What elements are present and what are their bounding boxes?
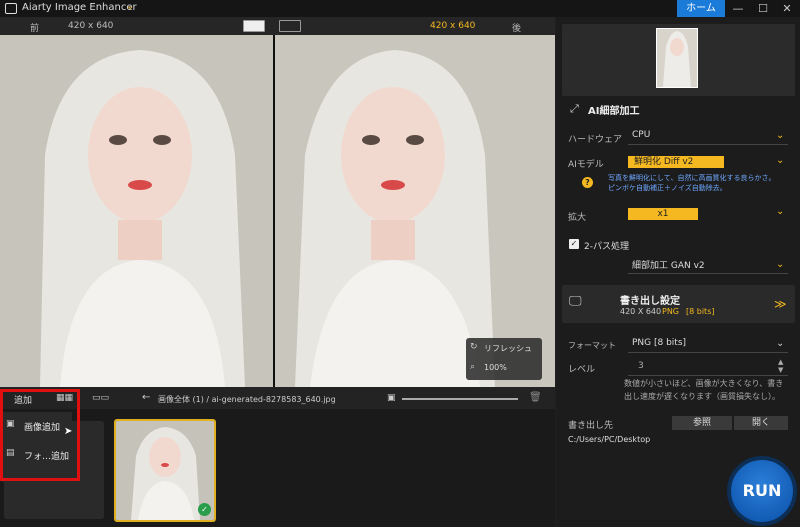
app-logo-icon — [5, 3, 17, 14]
refresh-icon: ↻ — [470, 342, 478, 352]
section-title: AI細部加工 — [588, 106, 640, 117]
zoom-icon: ⌕ — [470, 362, 476, 372]
level-note-2: 出し速度が遅くなります（画質損失なし）。 — [624, 392, 780, 401]
scale-chevron-icon: ⌄ — [776, 206, 785, 217]
navigator-thumbnail[interactable] — [656, 28, 698, 88]
two-pass-checkbox[interactable]: ✓ — [569, 239, 579, 249]
hardware-chevron-icon: ⌄ — [776, 130, 785, 141]
back-arrow-icon[interactable]: ← — [142, 392, 150, 403]
before-size: 420 x 640 — [68, 21, 114, 31]
trash-icon[interactable]: 🗑 — [529, 392, 542, 403]
model-note-2: ピンボケ自動補正＋ノイズ自動除去。 — [608, 184, 727, 192]
after-image — [275, 35, 555, 387]
image-size-icon: ▣ — [387, 393, 396, 403]
ai-model-select[interactable]: 鮮明化 Diff v2 — [628, 156, 724, 168]
run-button[interactable]: RUN — [727, 456, 797, 526]
split-view-toggle[interactable] — [243, 20, 265, 32]
help-icon[interactable]: ? — [582, 177, 593, 188]
hardware-label: ハードウェア — [568, 135, 623, 145]
format-label: フォーマット — [568, 341, 616, 350]
level-stepper[interactable]: 3 — [628, 360, 788, 376]
before-image — [0, 35, 273, 387]
scale-label: 拡大 — [568, 213, 587, 223]
model-note-1: 写真を鮮明化にして、自然に高画質化する良らかさ。 — [608, 174, 776, 182]
breadcrumb: 画像全体 (1) / ai-generated-8278583_640.jpg — [158, 395, 336, 404]
format-chevron-icon: ⌄ — [776, 338, 785, 349]
close-button[interactable]: ✕ — [776, 0, 798, 17]
two-pass-label: 2-パス処理 — [584, 242, 629, 252]
export-info-size: 420 X 640 — [620, 307, 662, 316]
refresh-button[interactable]: リフレッシュ — [484, 343, 532, 354]
two-pass-select[interactable]: 細部加工 GAN v2 — [628, 258, 788, 274]
split-divider[interactable] — [273, 35, 275, 387]
app-title: Aiarty Image Enhancer — [22, 2, 137, 13]
format-select[interactable]: PNG [8 bits] — [628, 337, 788, 353]
scale-select[interactable]: x1 — [628, 208, 698, 220]
highlight-box — [0, 389, 80, 481]
expand-chevron-icon[interactable]: ≫ — [774, 297, 787, 311]
open-button[interactable]: 開く — [734, 416, 788, 430]
ai-model-label: AIモデル — [568, 160, 604, 170]
export-info-format: PNG — [662, 307, 680, 316]
after-size: 420 x 640 — [430, 21, 476, 31]
hardware-select[interactable]: CPU — [628, 129, 788, 145]
title-dropdown-icon[interactable]: ⌄ — [126, 1, 134, 12]
two-pass-chevron-icon: ⌄ — [776, 259, 785, 270]
maximize-button[interactable]: ☐ — [752, 0, 774, 17]
destination-label: 書き出し先 — [568, 421, 614, 431]
level-note-1: 数値が小さいほど、画像が大きくなり、書き — [624, 379, 784, 388]
detail-enhance-icon: ⤢ — [570, 102, 579, 115]
side-by-side-toggle[interactable] — [279, 20, 301, 32]
before-label: 前 — [30, 24, 40, 34]
zoom-select[interactable]: 100% — [484, 363, 507, 372]
list-view-icon[interactable]: ▭▭ — [92, 393, 109, 403]
minimize-button[interactable]: — — [727, 0, 749, 17]
after-label: 後 — [512, 24, 522, 34]
destination-path: C:/Users/PC/Desktop — [568, 435, 651, 444]
check-icon: ✓ — [198, 503, 211, 516]
browse-button[interactable]: 参照 — [672, 416, 732, 430]
export-title: 書き出し設定 — [620, 296, 680, 307]
export-settings-icon: 🖵 — [569, 294, 582, 309]
stepper-arrows-icon[interactable]: ▲ ▼ — [778, 358, 783, 374]
thumbnail-size-slider[interactable] — [402, 398, 518, 400]
level-label: レベル — [568, 365, 596, 375]
ai-model-chevron-icon: ⌄ — [776, 155, 785, 166]
home-button[interactable]: ホーム — [677, 0, 725, 17]
export-info-bits: [8 bits] — [686, 307, 715, 316]
